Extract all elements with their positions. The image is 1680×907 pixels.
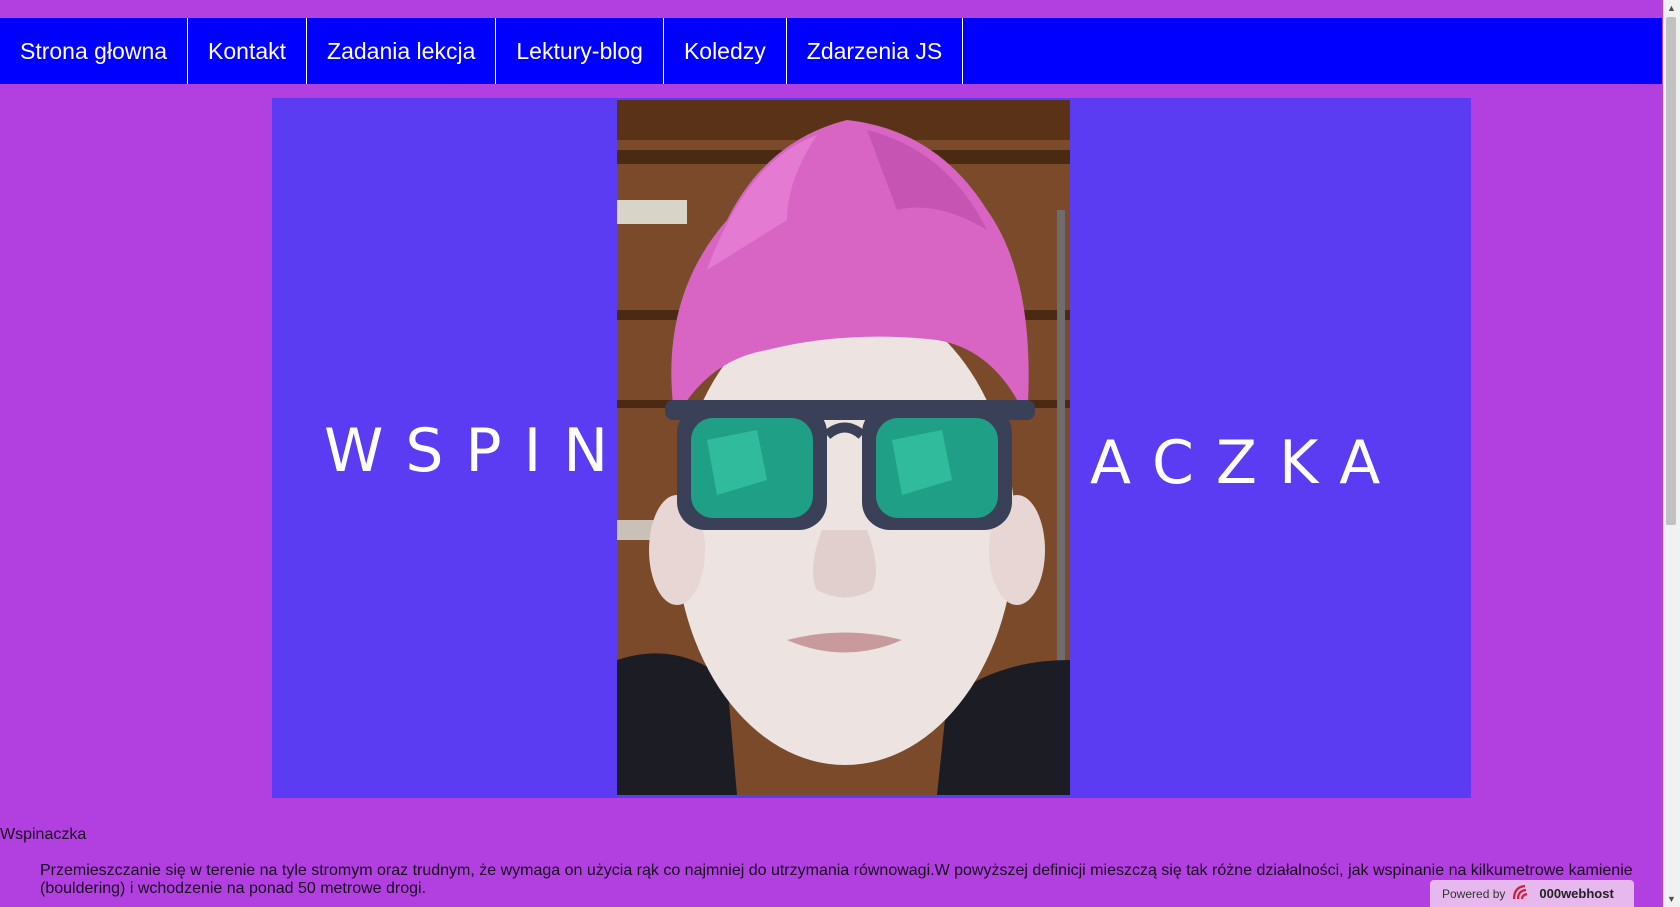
- webhost-brand-name: 000webhost: [1539, 886, 1614, 901]
- nav-item-friends[interactable]: Koledzy: [664, 18, 787, 84]
- nav-item-reading-blog[interactable]: Lektury-blog: [496, 18, 664, 84]
- nav-item-contact[interactable]: Kontakt: [188, 18, 308, 84]
- nav-item-lesson-tasks[interactable]: Zadania lekcja: [307, 18, 497, 84]
- section-title: Wspinaczka: [0, 826, 87, 843]
- portrait-photo: [617, 100, 1070, 795]
- top-navigation: Strona głowna Kontakt Zadania lekcja Lek…: [0, 18, 1662, 84]
- scroll-up-arrow-icon[interactable]: ▲: [1667, 3, 1676, 13]
- hero-banner: WSPIN ACZKA: [272, 98, 1471, 798]
- webhost-logo-icon: [1511, 883, 1533, 904]
- page: Strona głowna Kontakt Zadania lekcja Lek…: [0, 0, 1680, 907]
- scrollbar-thumb[interactable]: [1666, 17, 1676, 525]
- powered-by-label: Powered by: [1442, 886, 1506, 901]
- section-paragraph: Przemieszczanie się w terenie na tyle st…: [40, 862, 1633, 897]
- vertical-scrollbar[interactable]: ▲ ▼: [1663, 0, 1680, 907]
- powered-by-badge[interactable]: Powered by 000webhost: [1430, 880, 1634, 907]
- nav-item-js-events[interactable]: Zdarzenia JS: [787, 18, 964, 84]
- nav-item-home[interactable]: Strona głowna: [0, 18, 189, 84]
- banner-text-right: ACZKA: [1090, 428, 1403, 498]
- banner-text-left: WSPIN: [324, 416, 631, 486]
- scroll-down-arrow-icon[interactable]: ▼: [1667, 894, 1676, 904]
